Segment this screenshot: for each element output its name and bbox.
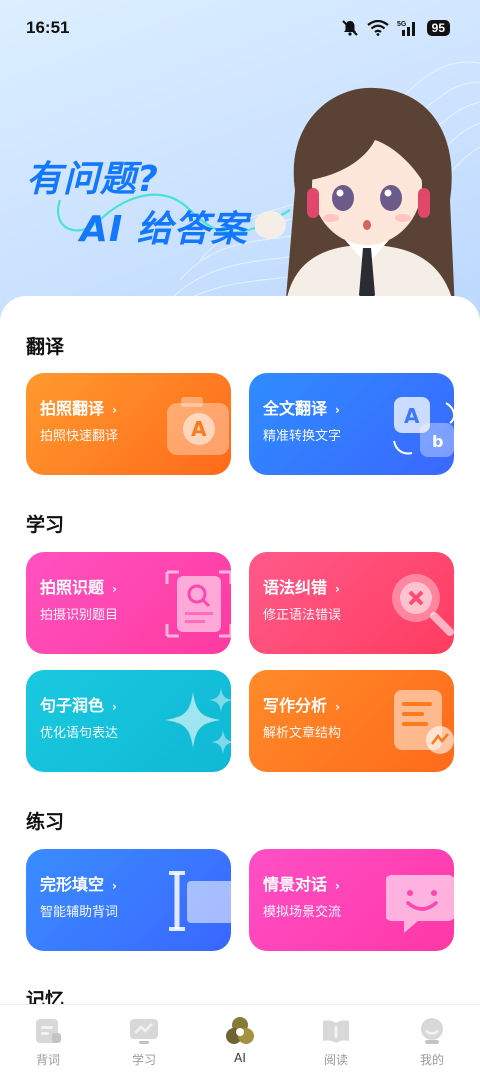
- profile-icon: [421, 1018, 443, 1044]
- card-subtitle: 修正语法错误: [263, 608, 342, 623]
- feature-panel: 翻译 拍照翻译 › 拍照快速翻译 A 全文翻译 › 精准转换文字 A b 学习: [0, 296, 480, 1016]
- card-photo-translate[interactable]: 拍照翻译 › 拍照快速翻译 A: [26, 373, 231, 475]
- card-grammar-correction[interactable]: 语法纠错 › 修正语法错误: [249, 552, 454, 654]
- tab-label: 背词: [35, 1053, 60, 1067]
- card-title: 句子润色: [40, 696, 105, 715]
- status-bar: 16:51 5G 95: [0, 0, 480, 56]
- svg-text:A: A: [191, 417, 207, 441]
- status-time: 16:51: [26, 18, 70, 37]
- card-title: 完形填空: [40, 875, 105, 894]
- tab-label: 阅读: [323, 1053, 348, 1067]
- card-cloze[interactable]: 完形填空 › 智能辅助背词: [26, 849, 231, 951]
- card-sentence-polish[interactable]: 句子润色 › 优化语句表达: [26, 670, 231, 772]
- chevron-right-icon: ›: [335, 403, 340, 417]
- tab-ai[interactable]: AI: [205, 1015, 275, 1065]
- tab-study[interactable]: 学习: [109, 1015, 179, 1068]
- magnifier-error-icon: [392, 574, 454, 636]
- sparkle-icon: [165, 688, 231, 754]
- section-title-practice: 练习: [26, 811, 65, 833]
- card-subtitle: 智能辅助背词: [40, 905, 119, 920]
- wifi-icon: [366, 20, 389, 36]
- card-photo-question[interactable]: 拍照识题 › 拍摄识别题目: [26, 552, 231, 654]
- card-title: 写作分析: [263, 696, 328, 715]
- tab-reading[interactable]: 阅读: [301, 1015, 371, 1068]
- section-title-translate: 翻译: [26, 336, 65, 358]
- hero-title-line-2: AI 给答案: [80, 209, 248, 250]
- svg-text:b: b: [432, 432, 443, 451]
- anime-mascot-illustration: [255, 87, 455, 310]
- chevron-right-icon: ›: [112, 403, 117, 417]
- card-subtitle: 拍摄识别题目: [40, 608, 119, 623]
- chevron-right-icon: ›: [335, 700, 340, 714]
- card-title: 全文翻译: [263, 399, 328, 418]
- tab-label: AI: [234, 1051, 246, 1065]
- chevron-right-icon: ›: [335, 582, 340, 596]
- card-subtitle: 拍照快速翻译: [40, 429, 119, 444]
- tab-label: 学习: [131, 1053, 156, 1067]
- book-icon: [323, 1020, 349, 1043]
- chevron-right-icon: ›: [112, 879, 117, 893]
- chevron-right-icon: ›: [112, 582, 117, 596]
- chevron-right-icon: ›: [112, 700, 117, 714]
- tab-profile[interactable]: 我的: [397, 1015, 467, 1068]
- card-title: 语法纠错: [263, 578, 328, 597]
- chat-bubble-smile-icon: [386, 875, 454, 933]
- card-subtitle: 优化语句表达: [40, 726, 119, 741]
- card-icon: [36, 1019, 61, 1043]
- section-title-study: 学习: [26, 514, 65, 536]
- mute-bell-icon: [341, 20, 358, 36]
- text-cursor-box-icon: [169, 871, 231, 931]
- card-title: 情景对话: [263, 875, 328, 894]
- card-subtitle: 解析文章结构: [263, 726, 342, 741]
- camera-letter-icon: A: [167, 397, 229, 455]
- card-title: 拍照识题: [40, 578, 105, 597]
- hero-title-line-1: 有问题?: [26, 159, 159, 200]
- svg-text:A: A: [404, 404, 420, 428]
- tab-vocabulary[interactable]: 背词: [13, 1015, 83, 1068]
- card-subtitle: 精准转换文字: [263, 429, 342, 444]
- document-chart-icon: [394, 690, 454, 754]
- card-full-translate[interactable]: 全文翻译 › 精准转换文字 A b: [249, 373, 454, 475]
- tab-label: 我的: [419, 1053, 444, 1067]
- card-subtitle: 模拟场景交流: [263, 905, 342, 920]
- translate-letters-icon: A b: [393, 397, 454, 457]
- status-icons: 5G 95: [341, 19, 450, 37]
- scan-document-icon: [165, 570, 231, 638]
- monitor-icon: [130, 1019, 158, 1044]
- bottom-tab-bar: 背词 学习 AI 阅读 我的: [0, 1004, 480, 1072]
- card-writing-analysis[interactable]: 写作分析 › 解析文章结构: [249, 670, 454, 772]
- ai-icon: [226, 1017, 254, 1044]
- card-scenario-dialogue[interactable]: 情景对话 › 模拟场景交流: [249, 849, 454, 951]
- cellular-signal-icon: 5G: [397, 21, 415, 36]
- chevron-right-icon: ›: [335, 879, 340, 893]
- battery-indicator: 95: [426, 20, 450, 36]
- card-title: 拍照翻译: [40, 399, 105, 418]
- svg-text:5G: 5G: [397, 21, 407, 28]
- hero-banner: 16:51 5G 95 有问题? AI 给答案: [0, 0, 480, 330]
